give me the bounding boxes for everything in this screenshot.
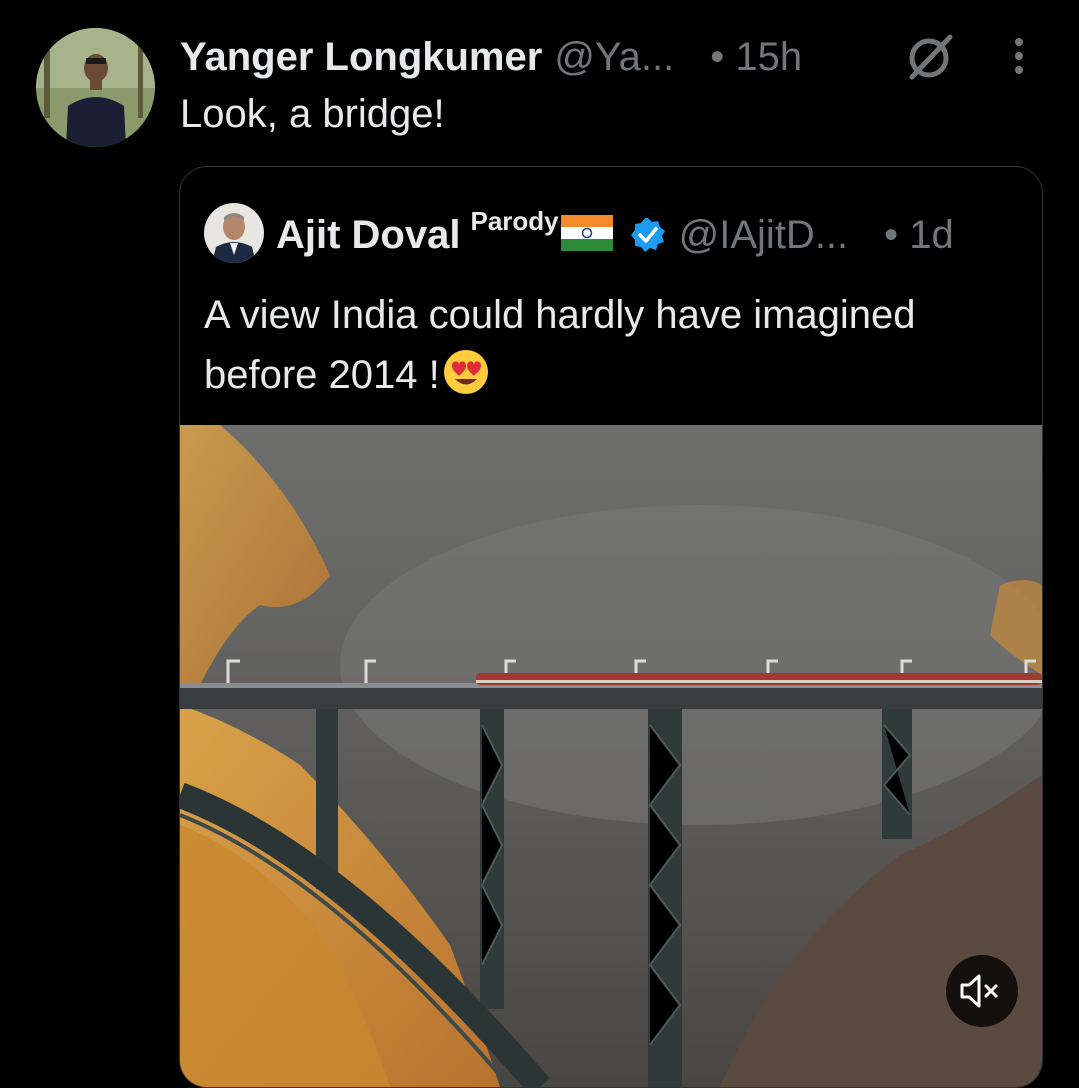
author-name[interactable]: Yanger Longkumer	[180, 35, 542, 80]
quoted-post-video[interactable]	[180, 425, 1042, 1087]
avatar-photo	[36, 28, 155, 147]
muted-speaker-icon	[960, 974, 998, 1008]
quoted-avatar-photo	[204, 203, 264, 263]
bridge-video-frame	[180, 425, 1042, 1087]
india-flag-emoji	[560, 215, 613, 251]
quoted-author-name[interactable]: Ajit Doval	[276, 213, 460, 258]
author-handle[interactable]: @Ya...	[554, 35, 674, 80]
grok-icon[interactable]	[904, 33, 956, 81]
parody-label: Parody	[470, 205, 559, 236]
quoted-author-avatar[interactable]	[204, 203, 264, 263]
post-text: Look, a bridge!	[180, 92, 445, 136]
heart-eyes-emoji	[443, 350, 488, 394]
verified-badge-icon[interactable]	[629, 216, 667, 254]
post-timestamp[interactable]: • 15h	[710, 35, 802, 80]
mute-button[interactable]	[946, 955, 1018, 1027]
quoted-post-card[interactable]: Ajit Doval Parody @IAjitD... • 1d A view…	[179, 166, 1043, 1088]
quoted-post-timestamp[interactable]: • 1d	[884, 213, 954, 258]
post-header: Yanger Longkumer @Ya... • 15h	[180, 30, 802, 84]
quoted-post-text: A view India could hardly have imagined …	[204, 285, 1004, 405]
more-vertical-icon[interactable]	[1008, 36, 1030, 76]
quoted-post-text-content: A view India could hardly have imagined …	[204, 293, 916, 397]
author-avatar[interactable]	[36, 28, 155, 147]
quoted-author-handle[interactable]: @IAjitD...	[679, 213, 849, 258]
quoted-post-header: Ajit Doval Parody @IAjitD... • 1d	[276, 205, 954, 263]
